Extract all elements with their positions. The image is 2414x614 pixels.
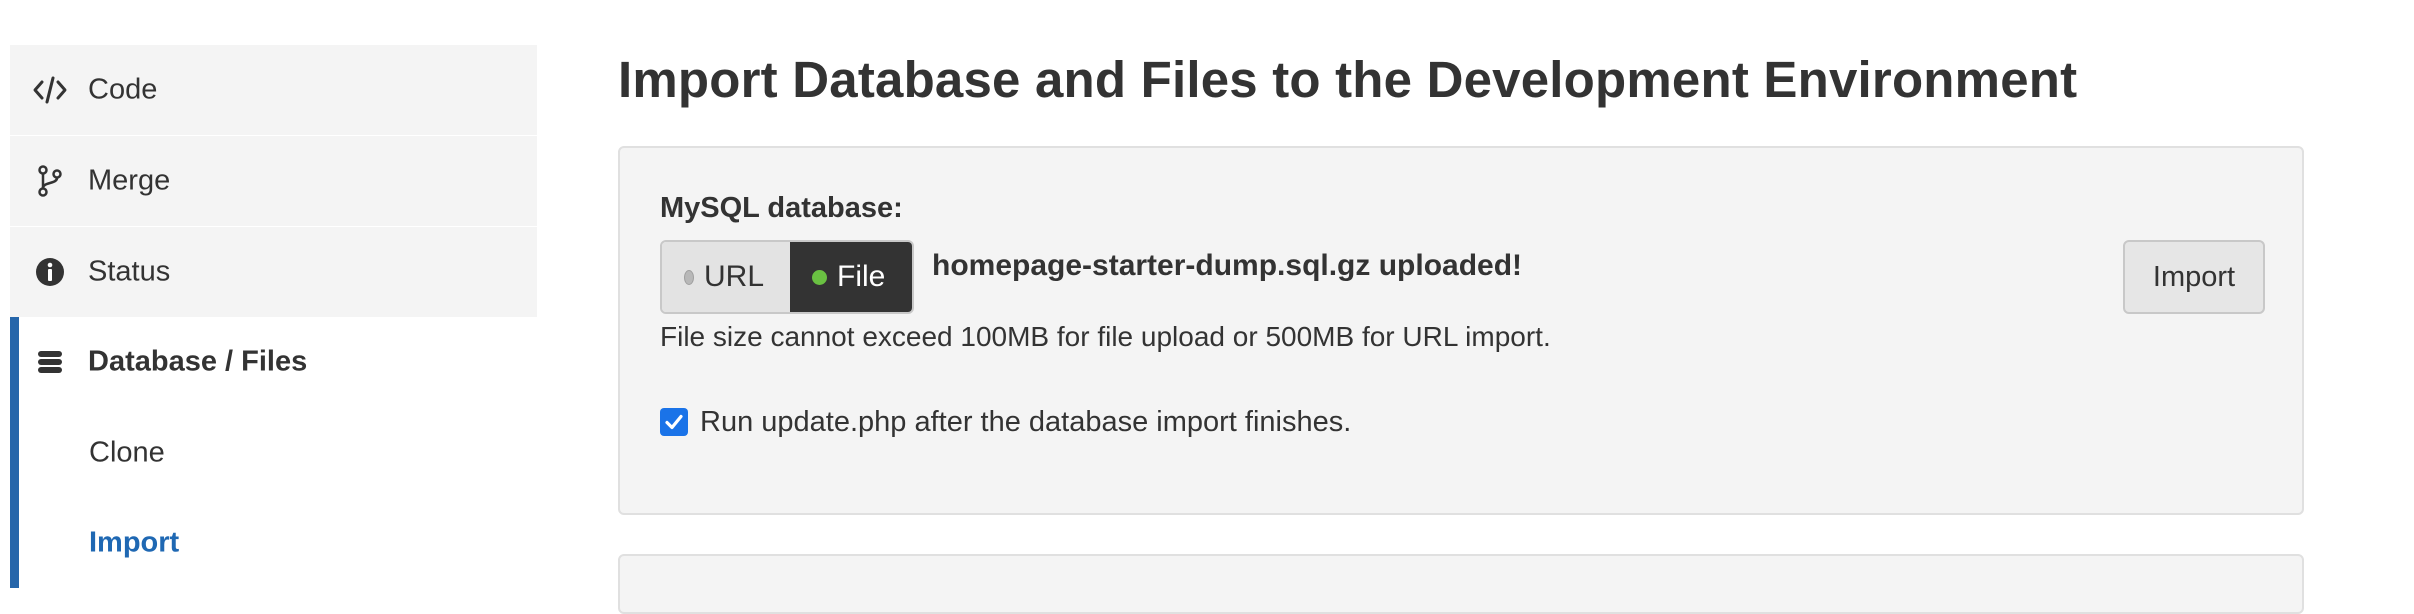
source-toggle: URL File <box>660 240 914 314</box>
sidebar: Code Merge Status Database / Files Clone… <box>10 45 537 588</box>
unselected-dot-icon <box>684 269 694 285</box>
run-update-checkbox[interactable] <box>660 408 688 436</box>
sidebar-item-label: Code <box>88 73 158 106</box>
merge-icon <box>32 163 68 199</box>
source-url-option[interactable]: URL <box>662 242 790 312</box>
sidebar-item-merge[interactable]: Merge <box>10 136 537 226</box>
run-update-label[interactable]: Run update.php after the database import… <box>700 406 1351 439</box>
database-icon <box>32 344 68 380</box>
sidebar-item-label: Merge <box>88 164 171 197</box>
sidebar-item-clone[interactable]: Clone <box>10 408 537 498</box>
upload-status-message: homepage-starter-dump.sql.gz uploaded! <box>932 249 1523 282</box>
source-file-option[interactable]: File <box>790 242 912 312</box>
source-file-label: File <box>837 260 886 293</box>
source-url-label: URL <box>703 260 764 293</box>
import-button[interactable]: Import <box>2123 240 2265 314</box>
selected-dot-icon <box>812 269 827 285</box>
sidebar-item-database-files[interactable]: Database / Files <box>10 317 537 407</box>
mysql-import-panel: MySQL database: URL File homepage-starte… <box>618 146 2304 515</box>
info-icon <box>32 254 68 290</box>
page-title: Import Database and Files to the Develop… <box>618 51 2078 108</box>
sidebar-item-label: Status <box>88 255 171 288</box>
sidebar-item-label: Clone <box>89 436 165 469</box>
sidebar-item-label: Import <box>89 526 180 559</box>
sidebar-item-status[interactable]: Status <box>10 227 537 317</box>
sidebar-item-import[interactable]: Import <box>10 498 537 588</box>
code-icon <box>32 72 68 108</box>
sidebar-item-code[interactable]: Code <box>10 45 537 135</box>
checkmark-icon <box>665 414 683 430</box>
sidebar-item-label: Database / Files <box>88 345 308 378</box>
files-import-panel <box>618 554 2304 614</box>
file-size-help-text: File size cannot exceed 100MB for file u… <box>660 321 1551 352</box>
mysql-database-label: MySQL database: <box>660 192 903 224</box>
